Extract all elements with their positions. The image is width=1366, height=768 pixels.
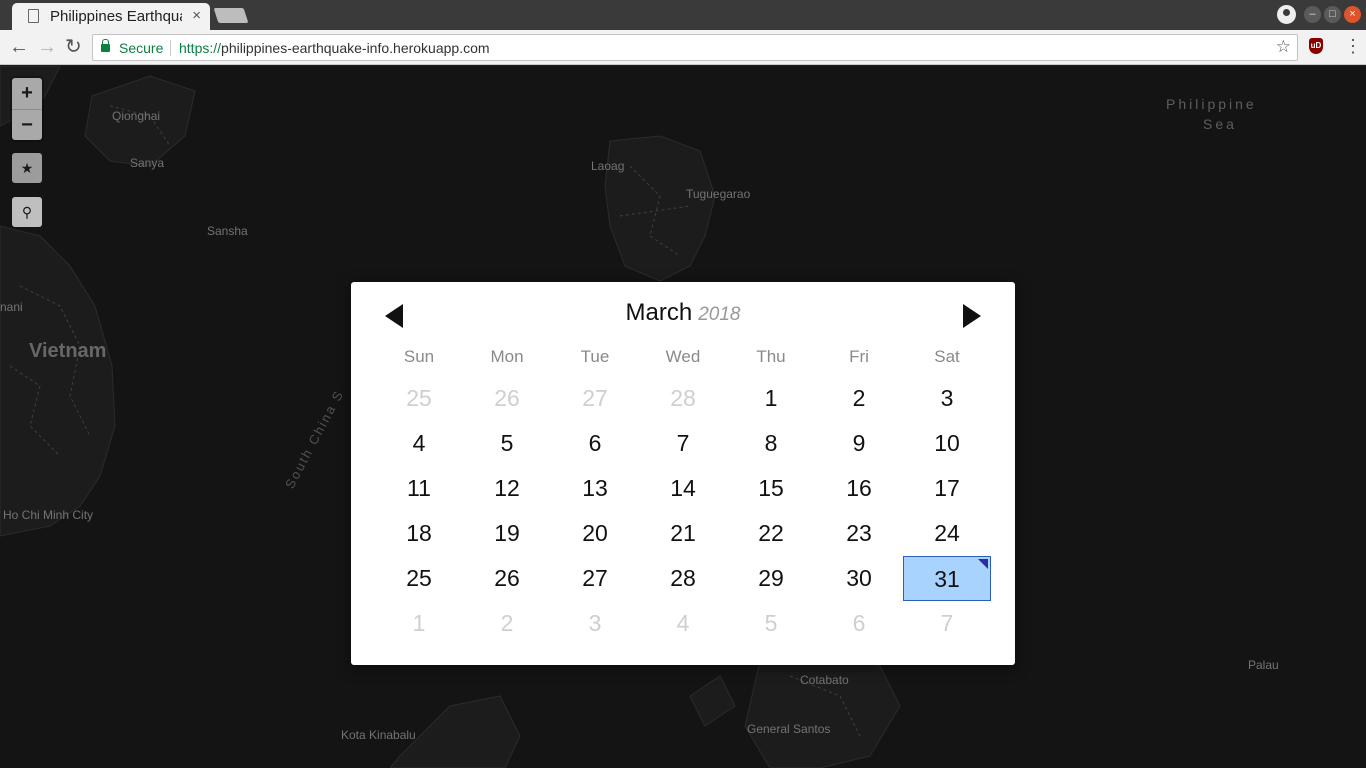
month-header: March 2018	[351, 299, 1015, 327]
calendar-day[interactable]: 22	[727, 511, 815, 556]
calendar-day[interactable]: 7	[639, 421, 727, 466]
new-tab-button[interactable]	[213, 8, 249, 23]
calendar-day[interactable]: 29	[727, 556, 815, 601]
year-label[interactable]: 2018	[698, 304, 740, 325]
calendar-day-outside-month[interactable]: 4	[639, 601, 727, 646]
calendar-day[interactable]: 20	[551, 511, 639, 556]
calendar-day[interactable]: 3	[903, 376, 991, 421]
calendar-day[interactable]: 24	[903, 511, 991, 556]
calendar-day[interactable]: 12	[463, 466, 551, 511]
weekday-label: Thu	[756, 347, 786, 366]
address-separator	[170, 40, 171, 56]
address-bar[interactable]: Secure https://philippines-earthquake-in…	[92, 34, 1298, 61]
calendar-day[interactable]: 14	[639, 466, 727, 511]
calendar-day[interactable]: 2	[815, 376, 903, 421]
calendar-day-selected[interactable]: 31	[903, 556, 991, 601]
calendar-day[interactable]: 10	[903, 421, 991, 466]
month-label: March	[625, 299, 693, 326]
calendar-day-outside-month[interactable]: 7	[903, 601, 991, 646]
calendar-day[interactable]: 19	[463, 511, 551, 556]
calendar-day-outside-month[interactable]: 26	[463, 376, 551, 421]
calendar-day[interactable]: 8	[727, 421, 815, 466]
calendar-day[interactable]: 4	[375, 421, 463, 466]
calendar-day[interactable]: 6	[551, 421, 639, 466]
calendar-day[interactable]: 1	[727, 376, 815, 421]
calendar-day[interactable]: 18	[375, 511, 463, 556]
tab-title: Philippines Earthquake Info	[50, 8, 182, 25]
maximize-window-button[interactable]: □	[1324, 6, 1341, 23]
next-month-button[interactable]	[963, 304, 981, 328]
reload-icon[interactable]: ↻	[65, 36, 82, 58]
calendar-day-outside-month[interactable]: 2	[463, 601, 551, 646]
bookmark-star-icon[interactable]: ☆	[1276, 37, 1291, 57]
calendar-day[interactable]: 5	[463, 421, 551, 466]
calendar-day[interactable]: 21	[639, 511, 727, 556]
calendar-day[interactable]: 28	[639, 556, 727, 601]
calendar-day[interactable]: 16	[815, 466, 903, 511]
calendar-day[interactable]: 27	[551, 556, 639, 601]
url-text[interactable]: https://philippines-earthquake-info.hero…	[179, 40, 490, 56]
close-tab-icon[interactable]: ×	[192, 7, 201, 24]
profile-icon[interactable]	[1277, 5, 1296, 24]
weekday-label: Tue	[580, 347, 610, 366]
weekday-label: Wed	[665, 347, 701, 366]
ublock-extension-icon[interactable]: uD	[1309, 38, 1323, 54]
calendar-day[interactable]: 25	[375, 556, 463, 601]
secure-label: Secure	[119, 40, 164, 56]
browser-menu-icon[interactable]: ⋮	[1344, 36, 1362, 57]
weekday-label: Mon	[490, 347, 524, 366]
calendar-day[interactable]: 13	[551, 466, 639, 511]
weekday-label: Sat	[934, 347, 960, 366]
calendar-day-outside-month[interactable]: 27	[551, 376, 639, 421]
calendar-day[interactable]: 15	[727, 466, 815, 511]
close-window-button[interactable]: ×	[1344, 6, 1361, 23]
calendar-day-outside-month[interactable]: 25	[375, 376, 463, 421]
date-picker: March 2018 Sun Mon Tue Wed Thu Fri Sat 25 26 27 28…	[351, 282, 1015, 665]
calendar-day[interactable]: 23	[815, 511, 903, 556]
browser-toolbar: ← → ↻ Secure https://philippines-earthqu…	[0, 30, 1366, 65]
browser-tab[interactable]: Philippines Earthquake Info ×	[12, 3, 210, 30]
calendar-day[interactable]: 26	[463, 556, 551, 601]
lock-icon	[101, 39, 110, 52]
forward-icon[interactable]: →	[37, 36, 57, 58]
page-icon	[28, 9, 39, 23]
calendar-day-outside-month[interactable]: 28	[639, 376, 727, 421]
url-host: philippines-earthquake-info.herokuapp.co…	[221, 40, 490, 56]
tab-bar: Philippines Earthquake Info × – □ ×	[0, 0, 1366, 30]
calendar-day[interactable]: 11	[375, 466, 463, 511]
back-icon[interactable]: ←	[9, 36, 29, 58]
calendar-day[interactable]: 9	[815, 421, 903, 466]
calendar-day[interactable]: 30	[815, 556, 903, 601]
calendar-day[interactable]: 17	[903, 466, 991, 511]
calendar-day-outside-month[interactable]: 6	[815, 601, 903, 646]
calendar-day-outside-month[interactable]: 5	[727, 601, 815, 646]
url-scheme: https://	[179, 40, 222, 56]
calendar-day-outside-month[interactable]: 3	[551, 601, 639, 646]
weekday-label: Sun	[403, 347, 435, 366]
calendar-day-outside-month[interactable]: 1	[375, 601, 463, 646]
weekday-label: Fri	[849, 347, 869, 366]
minimize-window-button[interactable]: –	[1304, 6, 1321, 23]
